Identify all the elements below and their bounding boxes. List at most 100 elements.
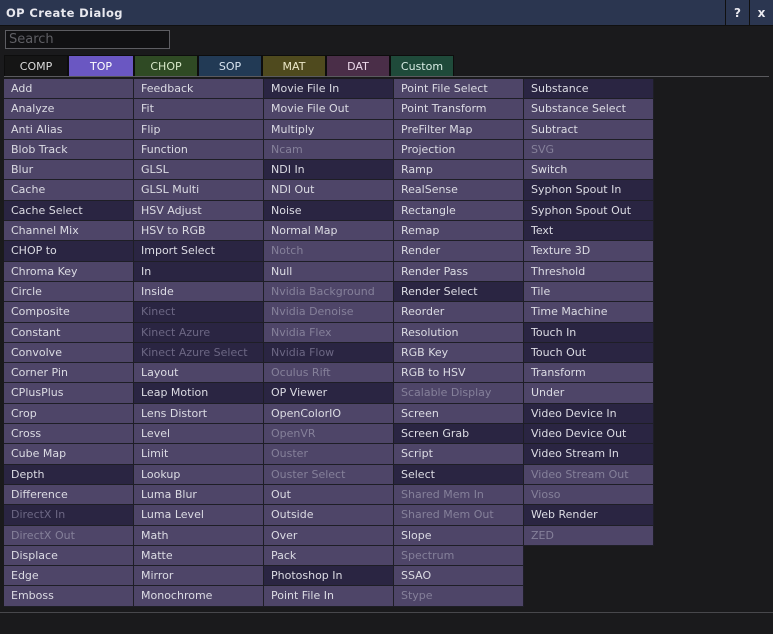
operator-item[interactable]: GLSL	[134, 160, 264, 181]
operator-item[interactable]: Tile	[524, 281, 654, 303]
operator-item[interactable]: Kinect Azure	[134, 322, 264, 343]
operator-item[interactable]: DirectX In	[4, 505, 134, 526]
operator-item[interactable]: Substance Select	[524, 99, 654, 120]
operator-item[interactable]: Under	[524, 383, 654, 404]
operator-item[interactable]: RGB to HSV	[394, 363, 524, 384]
operator-item[interactable]: In	[134, 261, 264, 282]
operator-item[interactable]: NDI In	[264, 160, 394, 181]
operator-item[interactable]: Difference	[4, 484, 134, 506]
operator-item[interactable]: SSAO	[394, 566, 524, 587]
operator-item[interactable]: Movie File In	[264, 79, 394, 100]
operator-item[interactable]: Touch Out	[524, 342, 654, 364]
operator-item[interactable]: Cache Select	[4, 200, 134, 222]
operator-item[interactable]: Syphon Spout In	[524, 180, 654, 201]
tab-comp[interactable]: COMP	[4, 55, 68, 77]
operator-item[interactable]: Edge	[4, 566, 134, 587]
operator-item[interactable]: Leap Motion	[134, 383, 264, 404]
operator-item[interactable]: OP Viewer	[264, 383, 394, 404]
operator-item[interactable]: Select	[394, 464, 524, 485]
operator-item[interactable]: Render Select	[394, 281, 524, 303]
operator-item[interactable]: Convolve	[4, 342, 134, 364]
operator-item[interactable]: HSV Adjust	[134, 200, 264, 222]
operator-item[interactable]: Math	[134, 525, 264, 546]
operator-item[interactable]: Lens Distort	[134, 403, 264, 425]
operator-item[interactable]: Mirror	[134, 566, 264, 587]
operator-item[interactable]: Subtract	[524, 119, 654, 140]
operator-item[interactable]: Analyze	[4, 99, 134, 120]
operator-item[interactable]: Scalable Display	[394, 383, 524, 404]
operator-item[interactable]: DirectX Out	[4, 525, 134, 546]
operator-item[interactable]: OpenColorIO	[264, 403, 394, 425]
operator-item[interactable]: Noise	[264, 200, 394, 222]
operator-item[interactable]: Feedback	[134, 79, 264, 100]
operator-item[interactable]: Screen	[394, 403, 524, 425]
operator-item[interactable]: Add	[4, 79, 134, 100]
operator-item[interactable]: Ncam	[264, 139, 394, 161]
operator-item[interactable]: Outside	[264, 505, 394, 526]
operator-item[interactable]: Ouster	[264, 444, 394, 465]
operator-item[interactable]: Blur	[4, 160, 134, 181]
operator-item[interactable]: Cube Map	[4, 444, 134, 465]
operator-item[interactable]: Resolution	[394, 322, 524, 343]
operator-item[interactable]: Video Stream Out	[524, 464, 654, 485]
operator-item[interactable]: OpenVR	[264, 424, 394, 445]
operator-item[interactable]: Remap	[394, 221, 524, 242]
tab-mat[interactable]: MAT	[262, 55, 326, 77]
operator-item[interactable]: Layout	[134, 363, 264, 384]
operator-item[interactable]: Composite	[4, 302, 134, 323]
operator-item[interactable]: Point File Select	[394, 79, 524, 100]
operator-item[interactable]: Stype	[394, 586, 524, 607]
tab-dat[interactable]: DAT	[326, 55, 390, 77]
operator-item[interactable]: Normal Map	[264, 221, 394, 242]
operator-item[interactable]: Monochrome	[134, 586, 264, 607]
operator-item[interactable]: GLSL Multi	[134, 180, 264, 201]
operator-item[interactable]: Matte	[134, 545, 264, 567]
operator-item[interactable]: Over	[264, 525, 394, 546]
operator-item[interactable]: Ramp	[394, 160, 524, 181]
operator-item[interactable]: Notch	[264, 241, 394, 262]
operator-item[interactable]: Syphon Spout Out	[524, 200, 654, 222]
operator-item[interactable]: Threshold	[524, 261, 654, 282]
operator-item[interactable]: PreFilter Map	[394, 119, 524, 140]
operator-item[interactable]: Crop	[4, 403, 134, 425]
operator-item[interactable]: Depth	[4, 464, 134, 485]
operator-item[interactable]: Projection	[394, 139, 524, 161]
operator-item[interactable]: Vioso	[524, 484, 654, 506]
operator-item[interactable]: ZED	[524, 525, 654, 546]
operator-item[interactable]: Anti Alias	[4, 119, 134, 140]
operator-item[interactable]: Cache	[4, 180, 134, 201]
operator-item[interactable]: Texture 3D	[524, 241, 654, 262]
operator-item[interactable]: Video Device Out	[524, 424, 654, 445]
search-input[interactable]	[5, 30, 170, 49]
operator-item[interactable]: CHOP to	[4, 241, 134, 262]
operator-item[interactable]: Constant	[4, 322, 134, 343]
operator-item[interactable]: Movie File Out	[264, 99, 394, 120]
operator-item[interactable]: Null	[264, 261, 394, 282]
operator-item[interactable]: Luma Level	[134, 505, 264, 526]
operator-item[interactable]: Nvidia Flex	[264, 322, 394, 343]
close-button[interactable]: x	[749, 0, 773, 26]
operator-item[interactable]: SVG	[524, 139, 654, 161]
operator-item[interactable]: Nvidia Flow	[264, 342, 394, 364]
operator-item[interactable]: Lookup	[134, 464, 264, 485]
operator-item[interactable]: Corner Pin	[4, 363, 134, 384]
operator-item[interactable]: Limit	[134, 444, 264, 465]
operator-item[interactable]: Import Select	[134, 241, 264, 262]
operator-item[interactable]: Web Render	[524, 505, 654, 526]
operator-item[interactable]: Shared Mem In	[394, 484, 524, 506]
operator-item[interactable]: Video Stream In	[524, 444, 654, 465]
operator-item[interactable]: Screen Grab	[394, 424, 524, 445]
operator-item[interactable]: Multiply	[264, 119, 394, 140]
operator-item[interactable]: Blob Track	[4, 139, 134, 161]
operator-item[interactable]: Rectangle	[394, 200, 524, 222]
operator-item[interactable]: Nvidia Background	[264, 281, 394, 303]
operator-item[interactable]: Switch	[524, 160, 654, 181]
tab-custom[interactable]: Custom	[390, 55, 454, 77]
operator-item[interactable]: Shared Mem Out	[394, 505, 524, 526]
operator-item[interactable]: Emboss	[4, 586, 134, 607]
operator-item[interactable]: Circle	[4, 281, 134, 303]
operator-item[interactable]: Channel Mix	[4, 221, 134, 242]
operator-item[interactable]: Function	[134, 139, 264, 161]
operator-item[interactable]: Flip	[134, 119, 264, 140]
operator-item[interactable]: RealSense	[394, 180, 524, 201]
